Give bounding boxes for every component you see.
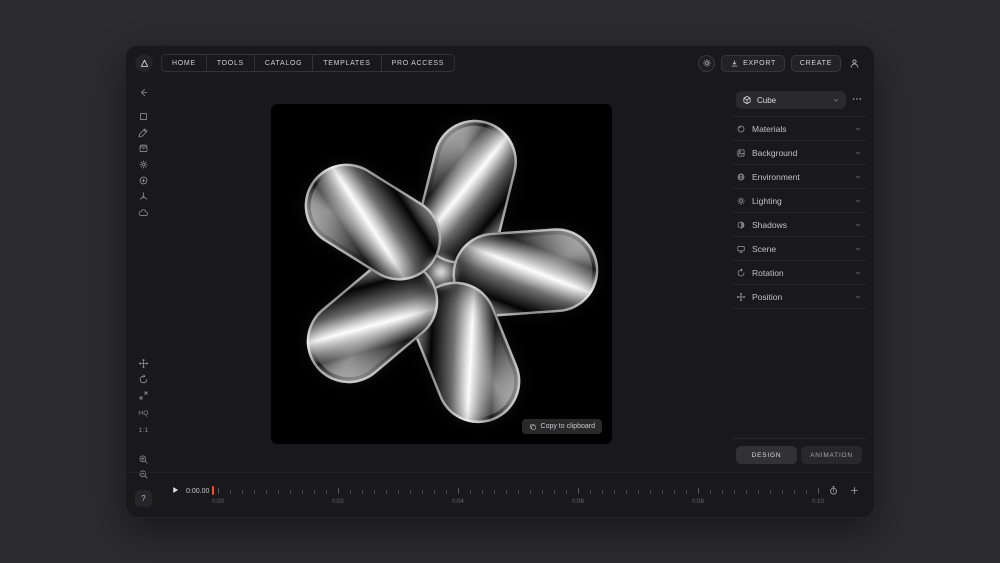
section-label: Scene — [752, 243, 777, 254]
main-nav: HOME TOOLS CATALOG TEMPLATES PRO ACCESS — [161, 54, 456, 72]
copy-to-clipboard-label: Copy to clipboard — [540, 423, 595, 430]
chevron-down-icon — [854, 293, 862, 301]
viewport-canvas[interactable]: Copy to clipboard — [271, 104, 612, 444]
section-position[interactable]: Position — [731, 285, 867, 309]
theme-toggle-button[interactable] — [698, 54, 716, 72]
move-icon — [138, 358, 149, 369]
materials-icon — [736, 124, 746, 134]
object-selector-dropdown[interactable]: Cube — [736, 91, 846, 109]
chevron-down-icon — [832, 96, 840, 104]
chevron-down-icon — [854, 269, 862, 277]
chevron-down-icon — [854, 245, 862, 253]
expand-icon — [138, 390, 149, 401]
section-lighting[interactable]: Lighting — [731, 189, 867, 213]
zoom-in-button[interactable] — [135, 451, 152, 467]
quality-toggle[interactable]: HQ — [135, 410, 152, 417]
chevron-down-icon — [854, 197, 862, 205]
tool-pen-button[interactable] — [135, 124, 152, 140]
tool-add-button[interactable] — [135, 172, 152, 188]
section-label: Lighting — [752, 195, 782, 206]
arrow-left-icon — [138, 87, 149, 98]
tab-design[interactable]: DESIGN — [736, 446, 797, 464]
axis-3d-icon — [138, 191, 149, 202]
section-shadows[interactable]: Shadows — [731, 213, 867, 237]
section-label: Materials — [752, 123, 787, 134]
section-label: Shadows — [752, 219, 787, 230]
section-label: Environment — [752, 171, 800, 182]
more-options-button[interactable] — [851, 93, 863, 105]
shadows-icon — [736, 220, 746, 230]
copy-to-clipboard-button[interactable]: Copy to clipboard — [521, 419, 602, 434]
section-label: Position — [752, 291, 783, 302]
tick-label: 0:02 — [332, 499, 344, 505]
timeline-bar: 0:00.00 0:00 0:02 0:04 0:06 0:08 0:10 — [126, 472, 874, 517]
current-time-label: 0:00.00 — [186, 488, 210, 495]
section-scene[interactable]: Scene — [731, 237, 867, 261]
background-icon — [736, 148, 746, 158]
chevron-down-icon — [854, 173, 862, 181]
section-label: Background — [752, 147, 798, 158]
tool-shape-button[interactable] — [135, 108, 152, 124]
cube-icon — [742, 95, 752, 105]
rotation-icon — [736, 268, 746, 278]
tick-label: 0:00 — [212, 499, 224, 505]
tab-animation[interactable]: ANIMATION — [801, 446, 862, 464]
timeline-actions — [828, 485, 860, 496]
tick-label: 0:06 — [572, 499, 584, 505]
tick-label: 0:10 — [812, 499, 824, 505]
copy-icon — [529, 423, 537, 431]
rotate-icon — [138, 374, 149, 385]
pen-icon — [138, 127, 149, 138]
nav-item-templates[interactable]: TEMPLATES — [312, 55, 380, 71]
timeline-major-ticks — [218, 488, 819, 494]
section-label: Rotation — [752, 267, 784, 278]
tick-label: 0:08 — [692, 499, 704, 505]
shape-icon — [138, 111, 149, 122]
section-background[interactable]: Background — [731, 141, 867, 165]
chevron-down-icon — [854, 149, 862, 157]
add-circle-icon — [138, 175, 149, 186]
section-materials[interactable]: Materials — [731, 117, 867, 141]
archive-icon — [138, 143, 149, 154]
properties-panel: Cube Materials Background Environment Li… — [731, 46, 867, 517]
chevron-down-icon — [854, 221, 862, 229]
section-environment[interactable]: Environment — [731, 165, 867, 189]
lighting-icon — [736, 196, 746, 206]
playhead-marker[interactable] — [212, 486, 214, 495]
move-tool-button[interactable] — [135, 355, 152, 371]
object-selector-value: Cube — [757, 95, 777, 105]
chevron-down-icon — [854, 125, 862, 133]
reset-rotation-button[interactable] — [135, 371, 152, 387]
sun-icon — [702, 58, 712, 68]
play-button[interactable] — [170, 485, 180, 495]
gear-icon — [138, 159, 149, 170]
nav-item-home[interactable]: HOME — [162, 55, 206, 71]
stopwatch-button[interactable] — [828, 485, 839, 496]
nav-item-catalog[interactable]: CATALOG — [253, 55, 312, 71]
environment-icon — [736, 172, 746, 182]
timeline-tick-labels: 0:00 0:02 0:04 0:06 0:08 0:10 — [212, 499, 824, 507]
section-rotation[interactable]: Rotation — [731, 261, 867, 285]
scene-icon — [736, 244, 746, 254]
ellipsis-icon — [851, 93, 863, 105]
back-button[interactable] — [135, 84, 152, 100]
tool-library-button[interactable] — [135, 140, 152, 156]
app-window: HOME TOOLS CATALOG TEMPLATES PRO ACCESS … — [125, 45, 875, 518]
tool-cloud-button[interactable] — [135, 204, 152, 220]
fullscreen-button[interactable] — [135, 387, 152, 403]
aspect-ratio-toggle[interactable]: 1:1 — [135, 427, 152, 434]
position-icon — [736, 292, 746, 302]
mode-tabs: DESIGN ANIMATION — [731, 438, 867, 464]
zoom-in-icon — [138, 454, 149, 465]
cloud-icon — [138, 207, 149, 218]
tool-gizmo-button[interactable] — [135, 188, 152, 204]
add-keyframe-button[interactable] — [849, 485, 860, 496]
tool-settings-button[interactable] — [135, 156, 152, 172]
app-logo-icon[interactable] — [135, 54, 153, 72]
nav-item-pro-access[interactable]: PRO ACCESS — [380, 55, 455, 71]
nav-item-tools[interactable]: TOOLS — [205, 55, 254, 71]
property-sections: Materials Background Environment Lightin… — [731, 116, 867, 309]
tick-label: 0:04 — [452, 499, 464, 505]
